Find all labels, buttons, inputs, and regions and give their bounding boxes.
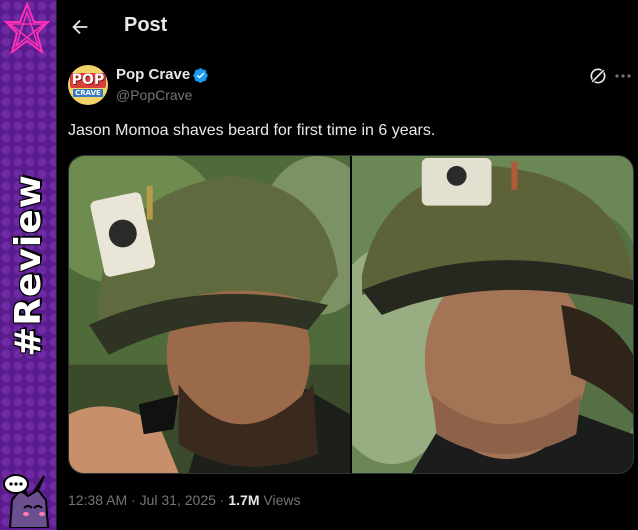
avatar[interactable]: POP CRAVE xyxy=(68,65,108,105)
sidebar-decoration: #Review xyxy=(0,0,57,530)
mascot-icon xyxy=(3,474,50,528)
author-handle[interactable]: @PopCrave xyxy=(116,87,192,103)
review-tag: #Review xyxy=(2,174,54,357)
post-meta: 12:38 AM · Jul 31, 2025 · 1.7M Views xyxy=(68,492,300,508)
post-header: Post xyxy=(57,0,638,54)
author-name[interactable]: Pop Crave xyxy=(116,66,190,83)
star-logo-icon xyxy=(4,2,50,55)
meta-separator: · xyxy=(131,492,136,508)
post-media xyxy=(68,155,634,474)
avatar-logo-text: POP xyxy=(69,72,107,88)
photo-shaved[interactable] xyxy=(352,156,633,473)
photo-bearded[interactable] xyxy=(69,156,350,473)
post-time[interactable]: 12:38 AM xyxy=(68,492,127,508)
page-title: Post xyxy=(124,14,168,36)
verified-badge-icon xyxy=(193,68,208,83)
views-label: Views xyxy=(263,492,301,508)
post-text: Jason Momoa shaves beard for first time … xyxy=(68,122,436,139)
meta-separator: · xyxy=(219,492,225,508)
back-arrow-icon[interactable] xyxy=(69,16,91,38)
views-count: 1.7M xyxy=(228,492,260,508)
post-date[interactable]: Jul 31, 2025 xyxy=(140,492,216,508)
review-tag-text: #Review xyxy=(7,173,49,357)
grok-icon[interactable] xyxy=(588,66,608,86)
more-icon[interactable] xyxy=(614,68,632,84)
avatar-logo-subtext: CRAVE xyxy=(73,89,103,97)
